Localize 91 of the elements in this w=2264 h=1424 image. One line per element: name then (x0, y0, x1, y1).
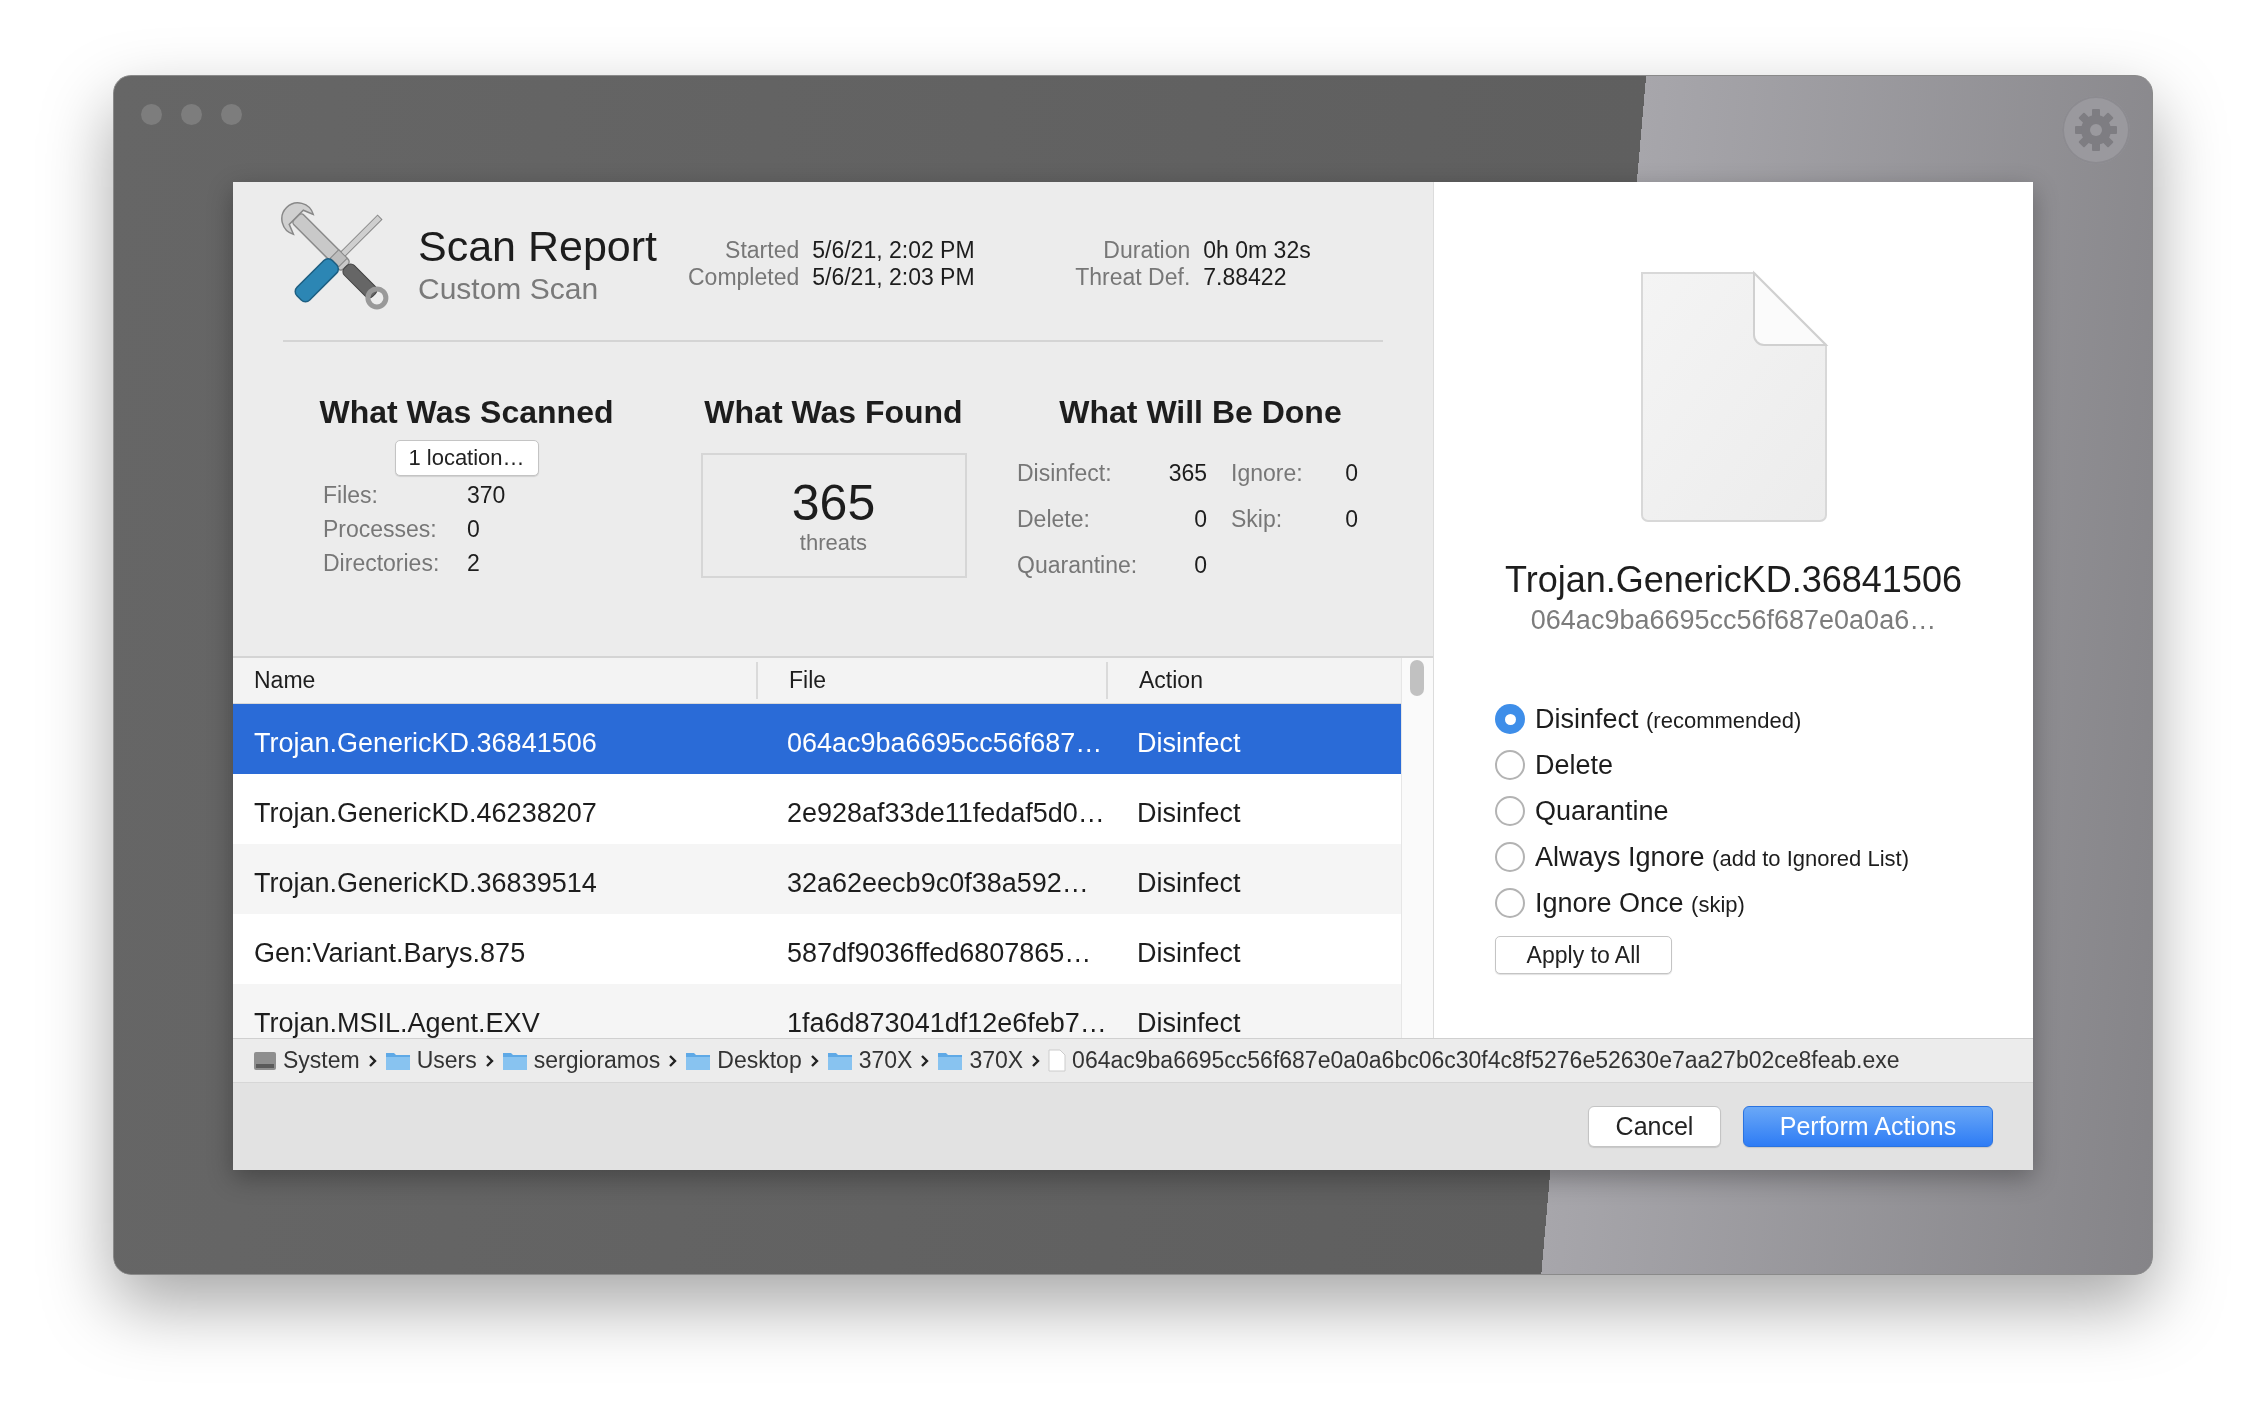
locations-button[interactable]: 1 location… (394, 440, 539, 476)
threat-row[interactable]: Trojan.GenericKD.46238207 2e928af33de11fedaf5d0… Disinfect (233, 774, 1401, 844)
chevron-icon (1031, 1053, 1041, 1068)
stat-value: 0 (1193, 505, 1207, 534)
chevron-icon (484, 1053, 494, 1068)
section-heading: What Was Scanned (318, 393, 615, 432)
chevron-icon (367, 1053, 377, 1068)
folder-icon (826, 1050, 853, 1071)
threat-count: 365 (791, 475, 876, 530)
stat-value: 0 (1193, 551, 1207, 580)
option-label[interactable]: Delete (1535, 749, 1614, 781)
path-item[interactable]: sergioramos (533, 1047, 661, 1074)
stat-value: 370 (467, 481, 507, 510)
table-cell-text: 587df9036ffed6807865… (786, 937, 1093, 969)
window-control[interactable] (181, 104, 202, 125)
section-heading: What Was Found (703, 393, 964, 432)
table-cell-text: Trojan.GenericKD.36839514 (253, 867, 598, 899)
column-header[interactable]: File (756, 662, 1106, 699)
table-cell-text: Gen:Variant.Barys.875 (253, 937, 527, 969)
table-cell-text: Trojan.MSIL.Agent.EXV (253, 1007, 541, 1038)
threat-name: Trojan.GenericKD.36841506 (1505, 559, 1962, 601)
report-title: Scan Report (418, 221, 659, 272)
table-cell-text: 1fa6d873041df12e6feb7… (786, 1007, 1106, 1038)
radio-button[interactable] (1495, 704, 1525, 734)
option-label[interactable]: Disinfect (recommended) (1535, 703, 1802, 735)
scrollbar-thumb[interactable] (1410, 660, 1424, 696)
chevron-icon (668, 1053, 678, 1068)
meta-label: Threat Def. (1074, 265, 1191, 290)
meta-label: Completed (688, 265, 800, 290)
meta-value: 5/6/21, 2:03 PM (812, 265, 976, 290)
folder-icon (501, 1050, 528, 1071)
option-label[interactable]: Ignore Once (skip) (1535, 887, 1745, 919)
path-item[interactable]: 064ac9ba6695cc56f687e0a0a6bc06c30f4c8f5276e52630e7aa27b02ce8feab.exe (1072, 1047, 1900, 1074)
path-item[interactable]: System (283, 1047, 360, 1074)
threat-unit: threats (799, 529, 868, 556)
table-cell-text: 32a62eecb9c0f38a592… (786, 867, 1090, 899)
apply-to-all-button[interactable]: Apply to All (1495, 936, 1672, 974)
settings-icon (2074, 108, 2118, 152)
stat-label: Quarantine: (1017, 551, 1139, 580)
threat-row[interactable]: Gen:Variant.Barys.875 587df9036ffed6807865… Disinfect (233, 914, 1401, 984)
stat-value: 0 (1344, 505, 1358, 534)
radio-button[interactable] (1495, 888, 1525, 918)
option-label[interactable]: Always Ignore (add to Ignored List) (1535, 841, 1909, 873)
table-cell-text: Disinfect (1136, 797, 1242, 829)
meta-label: Duration (1102, 238, 1191, 263)
radio-button[interactable] (1495, 796, 1525, 826)
threat-row[interactable]: Trojan.GenericKD.36841506 064ac9ba6695cc56f687… Disinfect (233, 704, 1401, 774)
table-cell-text: Disinfect (1136, 1007, 1242, 1038)
window-control[interactable] (221, 104, 242, 125)
path-item[interactable]: Desktop (717, 1047, 802, 1074)
table-cell-text: 2e928af33de11fedaf5d0… (786, 797, 1106, 829)
section-heading: What Will Be Done (1058, 393, 1343, 432)
stat-value: 365 (1167, 459, 1207, 488)
folder-icon (384, 1050, 411, 1071)
table-cell-text: Disinfect (1136, 937, 1242, 969)
meta-value: 7.88422 (1203, 265, 1288, 290)
stat-label: Directories: (323, 549, 441, 578)
option-label[interactable]: Quarantine (1535, 795, 1669, 827)
chevron-icon (809, 1053, 819, 1068)
stat-label: Files: (323, 481, 379, 510)
meta-value: 0h 0m 32s (1203, 238, 1311, 263)
threat-row[interactable]: Trojan.MSIL.Agent.EXV 1fa6d873041df12e6feb7… Disinfect (233, 984, 1401, 1038)
stat-label: Delete: (1017, 505, 1091, 534)
window-control[interactable] (141, 104, 162, 125)
path-item[interactable]: 370X (969, 1047, 1024, 1074)
stat-value: 2 (467, 549, 481, 578)
folder-icon (685, 1050, 712, 1071)
stat-label: Processes: (323, 515, 438, 544)
stat-value: 0 (467, 515, 481, 544)
meta-value: 5/6/21, 2:02 PM (812, 238, 976, 263)
path-item[interactable]: Users (416, 1047, 477, 1074)
table-cell-text: Disinfect (1136, 727, 1242, 759)
column-header[interactable]: Name (233, 662, 756, 699)
path-item[interactable]: 370X (858, 1047, 913, 1074)
radio-button[interactable] (1495, 842, 1525, 872)
table-cell-text: Trojan.GenericKD.46238207 (253, 797, 598, 829)
meta-label: Started (724, 238, 800, 263)
table-cell-text: Trojan.GenericKD.36841506 (253, 727, 598, 759)
radio-button[interactable] (1495, 750, 1525, 780)
stat-label: Skip: (1230, 505, 1284, 534)
file-icon (1048, 1049, 1067, 1072)
stat-value: 0 (1344, 459, 1358, 488)
table-cell-text: 064ac9ba6695cc56f687… (786, 727, 1104, 759)
folder-icon (937, 1050, 964, 1071)
cancel-button[interactable]: Cancel (1588, 1106, 1721, 1147)
table-cell-text: Disinfect (1136, 867, 1242, 899)
threat-row[interactable]: Trojan.GenericKD.36839514 32a62eecb9c0f38a592… Disinfect (233, 844, 1401, 914)
file-hash: 064ac9ba6695cc56f687e0a0a6… (1530, 605, 1937, 636)
chevron-icon (920, 1053, 930, 1068)
stat-label: Ignore: (1230, 459, 1304, 488)
stat-label: Disinfect: (1017, 459, 1113, 488)
